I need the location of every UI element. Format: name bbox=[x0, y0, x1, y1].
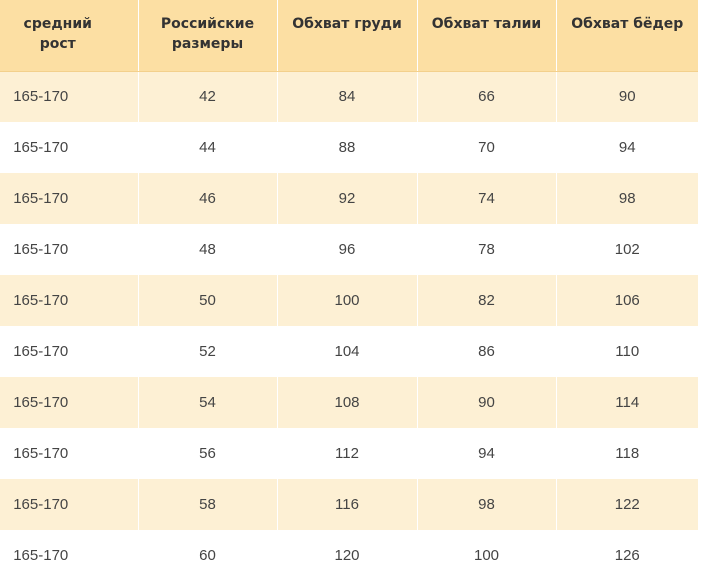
chest-cell: 100 bbox=[277, 275, 418, 326]
waist-cell: 100 bbox=[417, 530, 557, 581]
chest-cell: 104 bbox=[277, 326, 418, 377]
chest-cell: 88 bbox=[277, 122, 418, 173]
russian-size-cell: 58 bbox=[138, 479, 278, 530]
waist-cell: 86 bbox=[417, 326, 557, 377]
height-cell: 165-170 bbox=[0, 377, 139, 428]
russian-size-cell: 42 bbox=[138, 71, 278, 122]
height-cell: 165-170 bbox=[0, 122, 139, 173]
russian-size-cell: 56 bbox=[138, 428, 278, 479]
table-row: 165-170 44 88 70 94 bbox=[0, 122, 698, 173]
waist-cell: 98 bbox=[417, 479, 557, 530]
waist-cell: 90 bbox=[417, 377, 557, 428]
russian-size-cell: 44 bbox=[138, 122, 278, 173]
table-header: средний рост Российские размеры Обхват г… bbox=[0, 0, 698, 71]
hips-cell: 118 bbox=[556, 428, 698, 479]
chest-cell: 116 bbox=[277, 479, 418, 530]
russian-size-cell: 50 bbox=[138, 275, 278, 326]
chest-cell: 120 bbox=[277, 530, 418, 581]
chest-cell: 112 bbox=[277, 428, 418, 479]
russian-size-cell: 46 bbox=[138, 173, 278, 224]
table-row: 165-170 56 112 94 118 bbox=[0, 428, 698, 479]
chest-cell: 96 bbox=[277, 224, 418, 275]
header-divider bbox=[0, 71, 698, 72]
header-height: средний рост bbox=[0, 0, 139, 71]
table-row: 165-170 58 116 98 122 bbox=[0, 479, 698, 530]
table-row: 165-170 46 92 74 98 bbox=[0, 173, 698, 224]
header-russian-size: Российские размеры bbox=[138, 0, 278, 71]
hips-cell: 102 bbox=[556, 224, 698, 275]
height-cell: 165-170 bbox=[0, 326, 139, 377]
hips-cell: 126 bbox=[556, 530, 698, 581]
hips-cell: 106 bbox=[556, 275, 698, 326]
header-chest: Обхват груди bbox=[277, 0, 418, 71]
height-cell: 165-170 bbox=[0, 224, 139, 275]
height-cell: 165-170 bbox=[0, 530, 139, 581]
size-chart-table: средний рост Российские размеры Обхват г… bbox=[0, 0, 698, 581]
waist-cell: 74 bbox=[417, 173, 557, 224]
table-row: 165-170 52 104 86 110 bbox=[0, 326, 698, 377]
hips-cell: 114 bbox=[556, 377, 698, 428]
table-row: 165-170 54 108 90 114 bbox=[0, 377, 698, 428]
height-cell: 165-170 bbox=[0, 71, 139, 122]
russian-size-cell: 60 bbox=[138, 530, 278, 581]
chest-cell: 92 bbox=[277, 173, 418, 224]
header-waist: Обхват талии bbox=[417, 0, 557, 71]
chest-cell: 84 bbox=[277, 71, 418, 122]
table-body: 165-170 42 84 66 90 165-170 44 88 70 94 165-170 46 9… bbox=[0, 71, 698, 581]
header-row: средний рост Российские размеры Обхват г… bbox=[0, 0, 698, 71]
hips-cell: 110 bbox=[556, 326, 698, 377]
height-cell: 165-170 bbox=[0, 428, 139, 479]
table-row: 165-170 42 84 66 90 bbox=[0, 71, 698, 122]
table-row: 165-170 50 100 82 106 bbox=[0, 275, 698, 326]
waist-cell: 78 bbox=[417, 224, 557, 275]
russian-size-cell: 52 bbox=[138, 326, 278, 377]
height-cell: 165-170 bbox=[0, 275, 139, 326]
table-row: 165-170 60 120 100 126 bbox=[0, 530, 698, 581]
russian-size-cell: 54 bbox=[138, 377, 278, 428]
height-cell: 165-170 bbox=[0, 479, 139, 530]
header-hips: Обхват бёдер bbox=[556, 0, 698, 71]
russian-size-cell: 48 bbox=[138, 224, 278, 275]
waist-cell: 70 bbox=[417, 122, 557, 173]
waist-cell: 82 bbox=[417, 275, 557, 326]
hips-cell: 98 bbox=[556, 173, 698, 224]
table-row: 165-170 48 96 78 102 bbox=[0, 224, 698, 275]
hips-cell: 122 bbox=[556, 479, 698, 530]
hips-cell: 90 bbox=[556, 71, 698, 122]
waist-cell: 66 bbox=[417, 71, 557, 122]
hips-cell: 94 bbox=[556, 122, 698, 173]
chest-cell: 108 bbox=[277, 377, 418, 428]
waist-cell: 94 bbox=[417, 428, 557, 479]
height-cell: 165-170 bbox=[0, 173, 139, 224]
